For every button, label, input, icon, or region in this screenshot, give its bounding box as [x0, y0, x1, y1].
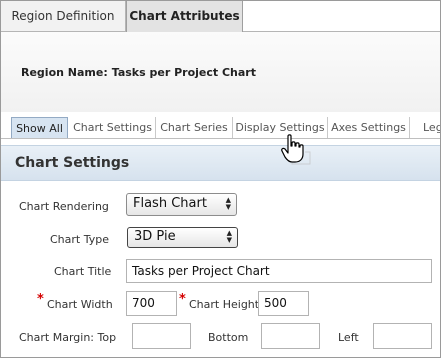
chart-attributes-panel: Region Definition Chart Attributes Regio…: [0, 0, 441, 358]
chart-margin-top-label: Chart Margin: Top: [19, 331, 117, 344]
chart-rendering-select[interactable]: Flash Chart ▲ ▼: [126, 193, 237, 216]
chart-width-input[interactable]: 700: [126, 291, 177, 316]
chart-title-label: Chart Title: [54, 265, 112, 278]
tab-region-definition[interactable]: Region Definition: [1, 1, 126, 31]
section-title: Chart Settings: [15, 155, 130, 171]
subtab-chart-series[interactable]: Chart Series: [156, 117, 233, 138]
required-asterisk-icon: *: [179, 292, 186, 307]
chart-title-input[interactable]: Tasks per Project Chart: [126, 259, 432, 283]
top-tab-bar: Region Definition Chart Attributes: [1, 1, 440, 32]
subtab-show-all[interactable]: Show All: [11, 117, 68, 138]
region-header: Region Name: Tasks per Project Chart: [1, 32, 440, 112]
region-name-label: Region Name:: [21, 66, 108, 79]
chart-width-label: Chart Width: [47, 298, 113, 311]
chart-margin-bottom-input[interactable]: [261, 323, 320, 349]
subtab-legend[interactable]: Leg: [410, 117, 440, 138]
region-name-value: Tasks per Project Chart: [111, 66, 256, 79]
chart-margin-bottom-label: Bottom: [208, 331, 249, 344]
hand-pointer-icon: [281, 134, 311, 165]
chart-height-input[interactable]: 500: [258, 291, 309, 316]
tab-chart-attributes[interactable]: Chart Attributes: [126, 1, 243, 32]
sub-tab-bar: Show All Chart Settings Chart Series Dis…: [1, 117, 440, 139]
chart-rendering-value: Flash Chart: [133, 196, 207, 211]
select-arrows-icon: ▲ ▼: [225, 196, 231, 211]
required-asterisk-icon: *: [37, 292, 44, 307]
chart-margin-left-label: Left: [338, 331, 359, 344]
chart-type-label: Chart Type: [50, 233, 109, 246]
chart-type-select[interactable]: 3D Pie ▲ ▼: [127, 227, 238, 248]
subtab-axes-settings[interactable]: Axes Settings: [328, 117, 410, 138]
select-arrows-icon: ▲ ▼: [226, 229, 232, 244]
chart-height-label: Chart Height: [189, 298, 260, 311]
subtab-chart-settings[interactable]: Chart Settings: [70, 117, 156, 138]
chart-margin-left-input[interactable]: [373, 323, 432, 349]
chart-rendering-label: Chart Rendering: [19, 200, 109, 213]
region-name: Region Name: Tasks per Project Chart: [21, 66, 256, 79]
chart-margin-top-input[interactable]: [132, 323, 191, 349]
section-header: Chart Settings: [1, 145, 440, 181]
tab-bar-filler: [243, 1, 440, 31]
chart-type-value: 3D Pie: [134, 229, 176, 244]
